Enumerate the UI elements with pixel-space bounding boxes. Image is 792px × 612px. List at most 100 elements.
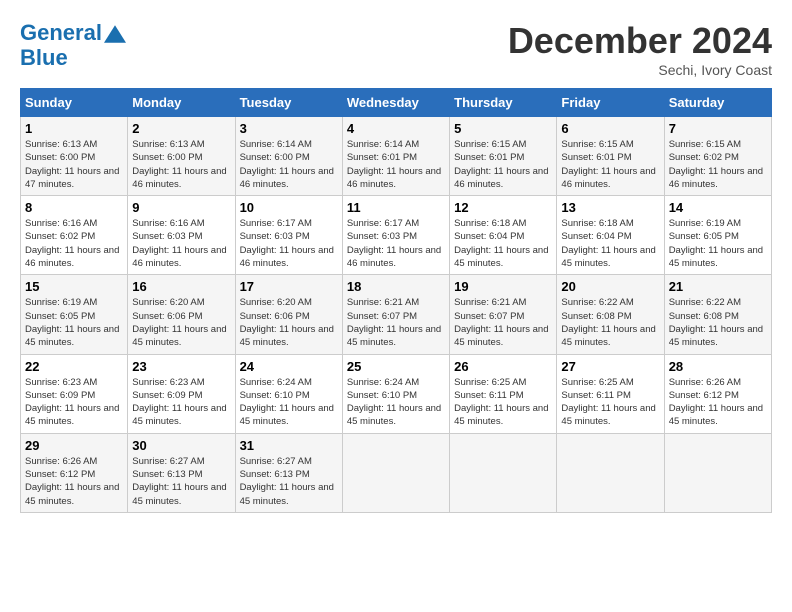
day-info: Sunrise: 6:24 AMSunset: 6:10 PMDaylight:… <box>240 376 338 429</box>
calendar-cell: 6 Sunrise: 6:15 AMSunset: 6:01 PMDayligh… <box>557 117 664 196</box>
calendar-cell: 27 Sunrise: 6:25 AMSunset: 6:11 PMDaylig… <box>557 354 664 433</box>
day-info: Sunrise: 6:24 AMSunset: 6:10 PMDaylight:… <box>347 376 445 429</box>
calendar-cell: 7 Sunrise: 6:15 AMSunset: 6:02 PMDayligh… <box>664 117 771 196</box>
day-info: Sunrise: 6:20 AMSunset: 6:06 PMDaylight:… <box>132 296 230 349</box>
day-info: Sunrise: 6:16 AMSunset: 6:02 PMDaylight:… <box>25 217 123 270</box>
day-info: Sunrise: 6:23 AMSunset: 6:09 PMDaylight:… <box>25 376 123 429</box>
calendar-cell: 20 Sunrise: 6:22 AMSunset: 6:08 PMDaylig… <box>557 275 664 354</box>
day-number: 22 <box>25 359 123 374</box>
day-info: Sunrise: 6:14 AMSunset: 6:01 PMDaylight:… <box>347 138 445 191</box>
day-info: Sunrise: 6:13 AMSunset: 6:00 PMDaylight:… <box>25 138 123 191</box>
day-info: Sunrise: 6:22 AMSunset: 6:08 PMDaylight:… <box>669 296 767 349</box>
weekday-header-saturday: Saturday <box>664 89 771 117</box>
day-number: 4 <box>347 121 445 136</box>
day-number: 13 <box>561 200 659 215</box>
calendar-cell: 10 Sunrise: 6:17 AMSunset: 6:03 PMDaylig… <box>235 196 342 275</box>
weekday-header-monday: Monday <box>128 89 235 117</box>
calendar-cell: 31 Sunrise: 6:27 AMSunset: 6:13 PMDaylig… <box>235 433 342 512</box>
calendar-cell <box>557 433 664 512</box>
day-info: Sunrise: 6:20 AMSunset: 6:06 PMDaylight:… <box>240 296 338 349</box>
day-number: 16 <box>132 279 230 294</box>
day-number: 27 <box>561 359 659 374</box>
day-number: 20 <box>561 279 659 294</box>
day-number: 26 <box>454 359 552 374</box>
day-info: Sunrise: 6:15 AMSunset: 6:01 PMDaylight:… <box>454 138 552 191</box>
day-number: 12 <box>454 200 552 215</box>
calendar-cell: 3 Sunrise: 6:14 AMSunset: 6:00 PMDayligh… <box>235 117 342 196</box>
calendar-cell: 21 Sunrise: 6:22 AMSunset: 6:08 PMDaylig… <box>664 275 771 354</box>
day-info: Sunrise: 6:17 AMSunset: 6:03 PMDaylight:… <box>240 217 338 270</box>
weekday-header-sunday: Sunday <box>21 89 128 117</box>
day-number: 8 <box>25 200 123 215</box>
calendar-cell <box>342 433 449 512</box>
calendar-cell: 29 Sunrise: 6:26 AMSunset: 6:12 PMDaylig… <box>21 433 128 512</box>
location-subtitle: Sechi, Ivory Coast <box>508 62 772 78</box>
day-number: 17 <box>240 279 338 294</box>
day-number: 18 <box>347 279 445 294</box>
calendar-cell: 12 Sunrise: 6:18 AMSunset: 6:04 PMDaylig… <box>450 196 557 275</box>
day-number: 11 <box>347 200 445 215</box>
day-info: Sunrise: 6:26 AMSunset: 6:12 PMDaylight:… <box>669 376 767 429</box>
day-info: Sunrise: 6:26 AMSunset: 6:12 PMDaylight:… <box>25 455 123 508</box>
day-number: 19 <box>454 279 552 294</box>
day-info: Sunrise: 6:22 AMSunset: 6:08 PMDaylight:… <box>561 296 659 349</box>
day-number: 10 <box>240 200 338 215</box>
calendar-cell <box>450 433 557 512</box>
weekday-header-thursday: Thursday <box>450 89 557 117</box>
calendar-cell: 15 Sunrise: 6:19 AMSunset: 6:05 PMDaylig… <box>21 275 128 354</box>
calendar-header-row: SundayMondayTuesdayWednesdayThursdayFrid… <box>21 89 772 117</box>
day-number: 29 <box>25 438 123 453</box>
calendar-cell: 4 Sunrise: 6:14 AMSunset: 6:01 PMDayligh… <box>342 117 449 196</box>
calendar-cell: 9 Sunrise: 6:16 AMSunset: 6:03 PMDayligh… <box>128 196 235 275</box>
day-info: Sunrise: 6:19 AMSunset: 6:05 PMDaylight:… <box>25 296 123 349</box>
day-number: 24 <box>240 359 338 374</box>
day-info: Sunrise: 6:18 AMSunset: 6:04 PMDaylight:… <box>454 217 552 270</box>
calendar-cell: 19 Sunrise: 6:21 AMSunset: 6:07 PMDaylig… <box>450 275 557 354</box>
calendar-cell: 17 Sunrise: 6:20 AMSunset: 6:06 PMDaylig… <box>235 275 342 354</box>
day-info: Sunrise: 6:27 AMSunset: 6:13 PMDaylight:… <box>132 455 230 508</box>
logo-text: General Blue <box>20 20 126 71</box>
day-info: Sunrise: 6:25 AMSunset: 6:11 PMDaylight:… <box>561 376 659 429</box>
calendar-week-row: 22 Sunrise: 6:23 AMSunset: 6:09 PMDaylig… <box>21 354 772 433</box>
calendar-cell: 14 Sunrise: 6:19 AMSunset: 6:05 PMDaylig… <box>664 196 771 275</box>
calendar-cell: 11 Sunrise: 6:17 AMSunset: 6:03 PMDaylig… <box>342 196 449 275</box>
calendar-cell: 28 Sunrise: 6:26 AMSunset: 6:12 PMDaylig… <box>664 354 771 433</box>
calendar-cell: 5 Sunrise: 6:15 AMSunset: 6:01 PMDayligh… <box>450 117 557 196</box>
day-info: Sunrise: 6:19 AMSunset: 6:05 PMDaylight:… <box>669 217 767 270</box>
day-number: 7 <box>669 121 767 136</box>
day-number: 15 <box>25 279 123 294</box>
calendar-week-row: 29 Sunrise: 6:26 AMSunset: 6:12 PMDaylig… <box>21 433 772 512</box>
calendar-cell: 13 Sunrise: 6:18 AMSunset: 6:04 PMDaylig… <box>557 196 664 275</box>
day-info: Sunrise: 6:21 AMSunset: 6:07 PMDaylight:… <box>347 296 445 349</box>
day-number: 1 <box>25 121 123 136</box>
day-info: Sunrise: 6:18 AMSunset: 6:04 PMDaylight:… <box>561 217 659 270</box>
calendar-week-row: 1 Sunrise: 6:13 AMSunset: 6:00 PMDayligh… <box>21 117 772 196</box>
day-number: 5 <box>454 121 552 136</box>
day-info: Sunrise: 6:21 AMSunset: 6:07 PMDaylight:… <box>454 296 552 349</box>
calendar-cell: 26 Sunrise: 6:25 AMSunset: 6:11 PMDaylig… <box>450 354 557 433</box>
day-number: 25 <box>347 359 445 374</box>
day-number: 6 <box>561 121 659 136</box>
calendar-cell: 18 Sunrise: 6:21 AMSunset: 6:07 PMDaylig… <box>342 275 449 354</box>
day-number: 31 <box>240 438 338 453</box>
weekday-header-tuesday: Tuesday <box>235 89 342 117</box>
day-number: 14 <box>669 200 767 215</box>
day-number: 30 <box>132 438 230 453</box>
day-info: Sunrise: 6:14 AMSunset: 6:00 PMDaylight:… <box>240 138 338 191</box>
title-block: December 2024 Sechi, Ivory Coast <box>508 20 772 78</box>
day-info: Sunrise: 6:25 AMSunset: 6:11 PMDaylight:… <box>454 376 552 429</box>
calendar-cell: 30 Sunrise: 6:27 AMSunset: 6:13 PMDaylig… <box>128 433 235 512</box>
calendar-cell: 22 Sunrise: 6:23 AMSunset: 6:09 PMDaylig… <box>21 354 128 433</box>
day-number: 28 <box>669 359 767 374</box>
calendar-cell: 24 Sunrise: 6:24 AMSunset: 6:10 PMDaylig… <box>235 354 342 433</box>
day-info: Sunrise: 6:15 AMSunset: 6:01 PMDaylight:… <box>561 138 659 191</box>
calendar-cell: 2 Sunrise: 6:13 AMSunset: 6:00 PMDayligh… <box>128 117 235 196</box>
day-info: Sunrise: 6:15 AMSunset: 6:02 PMDaylight:… <box>669 138 767 191</box>
day-number: 9 <box>132 200 230 215</box>
calendar-week-row: 8 Sunrise: 6:16 AMSunset: 6:02 PMDayligh… <box>21 196 772 275</box>
calendar-week-row: 15 Sunrise: 6:19 AMSunset: 6:05 PMDaylig… <box>21 275 772 354</box>
day-info: Sunrise: 6:16 AMSunset: 6:03 PMDaylight:… <box>132 217 230 270</box>
month-title: December 2024 <box>508 20 772 62</box>
calendar-body: 1 Sunrise: 6:13 AMSunset: 6:00 PMDayligh… <box>21 117 772 513</box>
calendar-cell: 16 Sunrise: 6:20 AMSunset: 6:06 PMDaylig… <box>128 275 235 354</box>
